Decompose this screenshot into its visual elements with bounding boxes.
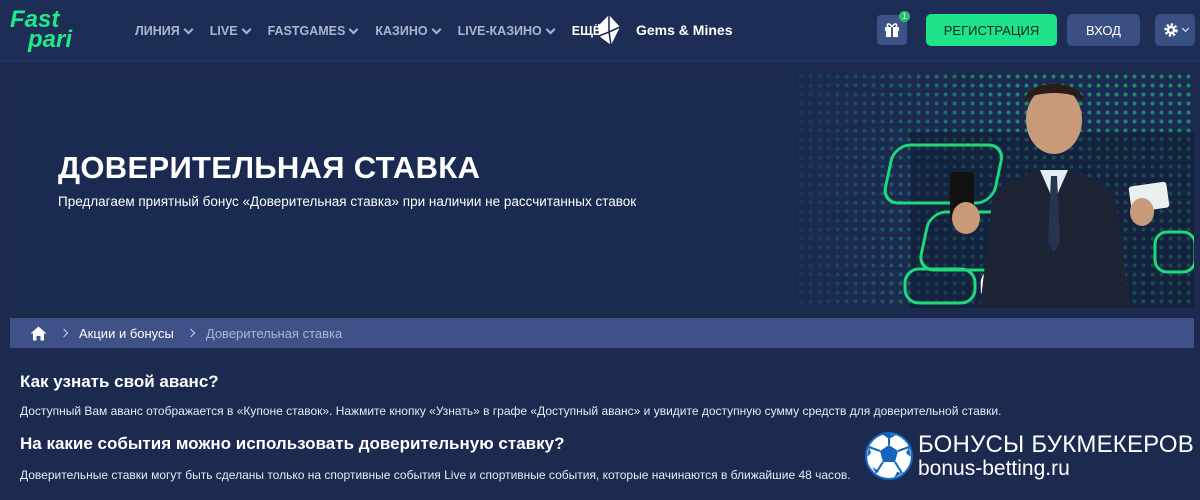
chevron-down-icon <box>348 24 359 34</box>
breadcrumb: Акции и бонусы Доверительная ставка <box>10 318 1194 348</box>
gems-mines-label: Gems & Mines <box>636 22 733 38</box>
breadcrumb-home[interactable] <box>30 326 47 341</box>
logo-line2: pari <box>28 26 73 53</box>
promo-banner: ДОВЕРИТЕЛЬНАЯ СТАВКА Предлагаем приятный… <box>10 72 1194 308</box>
chevron-down-icon <box>545 24 556 34</box>
header: Fast pari ЛИНИЯ LIVE FASTGAMES КАЗИНО LI… <box>0 0 1200 62</box>
watermark-site: bonus-betting.ru <box>918 457 1070 480</box>
nav-item-label: ЛИНИЯ <box>135 24 180 38</box>
gift-icon <box>885 23 899 37</box>
nav-item-casino[interactable]: КАЗИНО <box>375 24 442 38</box>
nav-item-label: КАЗИНО <box>375 24 428 38</box>
chevron-down-icon <box>431 24 442 34</box>
settings-button[interactable] <box>1155 14 1195 46</box>
gems-mines-link[interactable]: Gems & Mines <box>596 14 732 46</box>
nav-item-label: FASTGAMES <box>267 24 346 38</box>
banner-illustration <box>770 72 1194 308</box>
gem-icon <box>598 15 621 46</box>
chevron-down-icon <box>1181 24 1189 33</box>
nav-item-live[interactable]: LIVE <box>209 24 252 38</box>
home-icon <box>30 326 47 340</box>
chevron-down-icon <box>241 24 252 34</box>
breadcrumb-current: Доверительная ставка <box>205 325 343 341</box>
nav-item-label: LIVE-КАЗИНО <box>457 24 542 38</box>
chevron-right-icon <box>186 328 196 338</box>
nav-item-label: LIVE <box>209 24 238 38</box>
chevron-down-icon <box>183 24 194 34</box>
section-text: Доверительные ставки могут быть сделаны … <box>20 468 851 482</box>
section-text: Доступный Вам аванс отображается в «Купо… <box>20 404 1002 418</box>
main-nav: ЛИНИЯ LIVE FASTGAMES КАЗИНО LIVE-КАЗИНО … <box>135 0 631 62</box>
register-button[interactable]: РЕГИСТРАЦИЯ <box>926 14 1057 46</box>
soccer-ball-icon <box>865 432 913 480</box>
breadcrumb-promotions[interactable]: Акции и бонусы <box>79 326 174 341</box>
login-button[interactable]: ВХОД <box>1067 14 1140 46</box>
chevron-right-icon <box>59 328 69 338</box>
gear-icon <box>1163 23 1178 37</box>
banner-subtitle: Предлагаем приятный бонус «Доверительная… <box>58 194 637 209</box>
section-heading: Как узнать свой аванс? <box>20 372 219 391</box>
watermark-title: БОНУСЫ БУКМЕКЕРОВ <box>918 431 1194 458</box>
gift-badge: 1 <box>899 11 910 22</box>
nav-item-fastgames[interactable]: FASTGAMES <box>267 24 359 38</box>
banner-title: ДОВЕРИТЕЛЬНАЯ СТАВКА <box>58 150 481 185</box>
nav-item-live-casino[interactable]: LIVE-КАЗИНО <box>457 24 556 38</box>
section-heading: На какие события можно использовать дове… <box>20 434 565 453</box>
watermark-logo <box>864 431 914 481</box>
nav-item-line[interactable]: ЛИНИЯ <box>135 24 194 38</box>
logo[interactable]: Fast pari <box>10 6 102 54</box>
gift-button[interactable]: 1 <box>877 11 910 45</box>
